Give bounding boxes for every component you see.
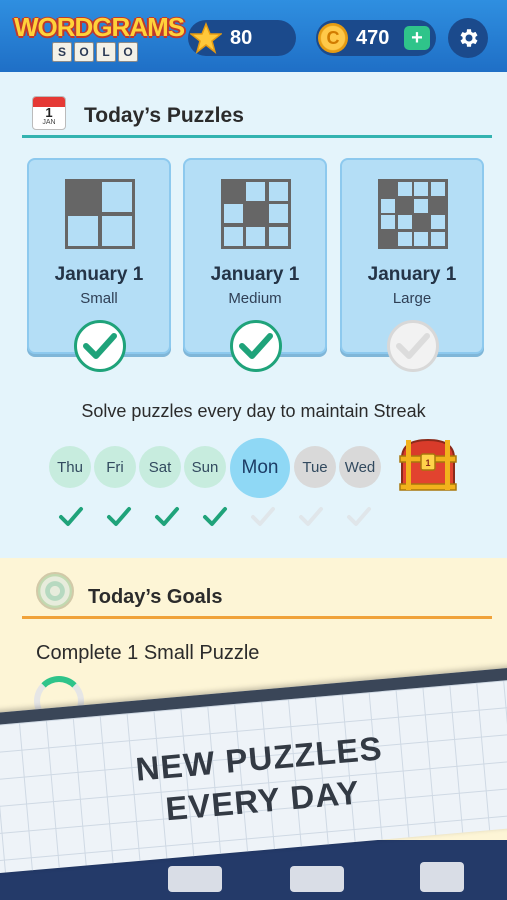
coin-icon: C [318,23,348,53]
gear-icon [460,29,478,47]
stars-counter[interactable]: 80 [188,20,296,56]
add-coins-button[interactable]: + [404,26,430,50]
star-icon [190,22,222,54]
section-title: Today’s Puzzles [84,104,244,127]
logo-tile: O [118,42,138,62]
streak-day-sat: Sat [139,446,181,488]
plus-icon: + [411,26,423,49]
medium-grid-icon [221,179,291,249]
large-grid-icon [378,179,448,249]
streak-message: Solve puzzles every day to maintain Stre… [81,401,426,421]
puzzle-card-medium[interactable]: January 1 Medium [183,158,327,372]
check-icon [59,507,83,526]
logo-title: WORDGRAMS [14,12,185,42]
check-icon [155,507,179,526]
svg-text:1: 1 [425,458,430,468]
nav-tab[interactable] [168,866,222,892]
check-icon [347,507,371,526]
goals-divider [22,616,492,619]
calendar-day: 1 [45,105,53,120]
nav-tab[interactable] [290,866,344,892]
streak-day-thu: Thu [49,446,91,488]
calendar-icon: 1 JAN [32,96,66,130]
streak-day-sun: Sun [184,446,226,488]
small-grid-icon [65,179,135,249]
card-size: Small [80,290,118,307]
todays-puzzles-section: 1 JAN Today’s Puzzles January 1 Small Ja… [0,72,507,558]
puzzle-card-large[interactable]: January 1 Large [340,158,484,372]
card-size: Medium [228,290,282,307]
completed-check-icon [230,320,282,372]
logo-tile: L [96,42,116,62]
goals-title: Today’s Goals [88,586,223,608]
streak-day-tue: Tue [294,446,336,488]
check-icon [107,507,131,526]
treasure-chest-icon[interactable]: 1 [396,436,460,494]
coins-count: 470 [356,26,390,49]
card-date: January 1 [210,264,300,285]
card-date: January 1 [367,264,457,285]
settings-button[interactable] [448,18,488,58]
stars-count: 80 [230,26,253,49]
calendar-month: JAN [42,119,56,126]
completed-check-icon [74,320,126,372]
logo-tile: S [52,42,72,62]
logo-tile: O [74,42,94,62]
target-icon [36,572,74,610]
card-size: Large [392,290,432,307]
check-icon [299,507,323,526]
puzzle-card-small[interactable]: January 1 Small [27,158,171,372]
goal-item-text: Complete 1 Small Puzzle [36,642,260,664]
gift-icon[interactable] [420,862,464,892]
section-divider [22,135,492,138]
check-icon [251,507,275,526]
streak-day-mon: Mon [230,438,290,498]
promo-text: NEW PUZZLES EVERY DAY [0,713,507,847]
card-date: January 1 [54,264,144,285]
top-bar: WORDGRAMS S O L O 80 C 470 + [0,0,507,72]
streak-day-fri: Fri [94,446,136,488]
streak-day-wed: Wed [339,446,381,488]
pending-check-icon [387,320,439,372]
logo-tiles: S O L O [52,42,138,62]
check-icon [203,507,227,526]
wordgrams-solo-logo: WORDGRAMS S O L O [14,12,185,64]
